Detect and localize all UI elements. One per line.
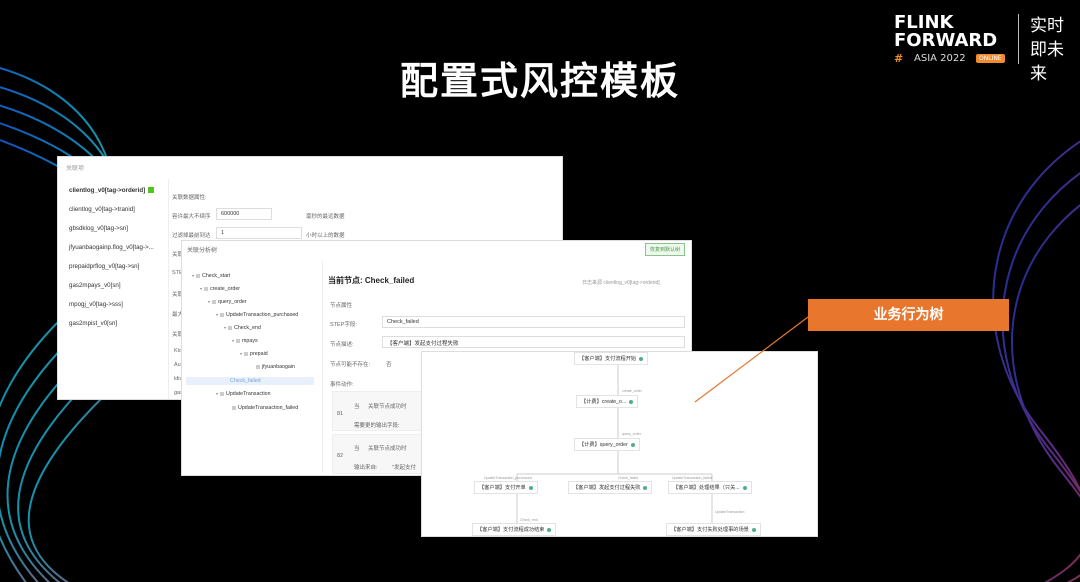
callout-leader-line <box>694 316 809 403</box>
business-tree-callout: 业务行为树 <box>808 299 1009 331</box>
